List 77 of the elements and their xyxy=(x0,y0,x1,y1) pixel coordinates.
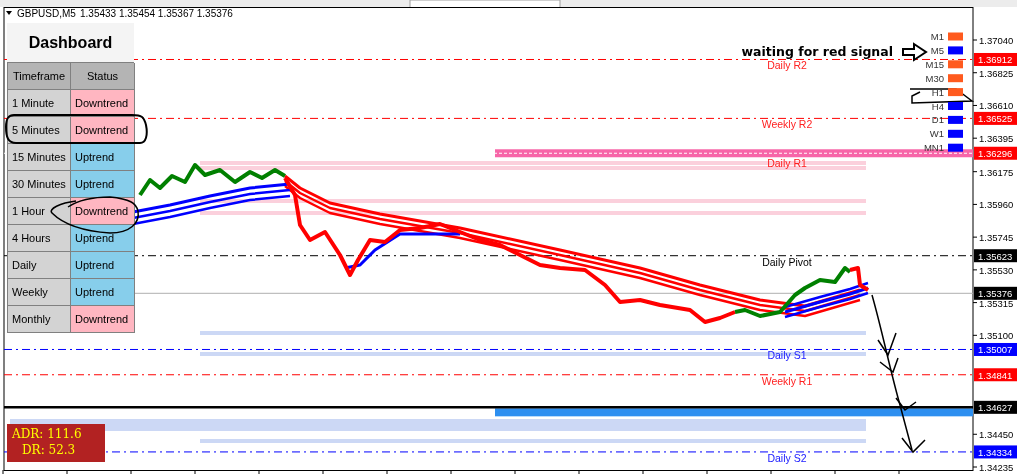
axis-tick xyxy=(972,203,978,205)
price-tick-label: 1.36175 xyxy=(979,166,1014,178)
timeframe-label: W1 xyxy=(929,128,944,140)
level-label: Daily S2 xyxy=(767,451,807,464)
price-tag: 1.35623 xyxy=(974,249,1017,263)
symbol-label: GBPUSD,M5 xyxy=(17,8,76,19)
price-tick-label: 1.34450 xyxy=(979,429,1014,441)
axis-tick xyxy=(972,39,978,41)
axis-tick xyxy=(972,236,978,238)
timeframe-label: M5 xyxy=(930,44,944,56)
axis-tick xyxy=(972,269,978,271)
table-cell: 5 Minutes xyxy=(8,117,71,144)
status-cell: Downtrend xyxy=(71,198,135,225)
price-tick-label: 1.36825 xyxy=(979,67,1014,79)
axis-tick xyxy=(972,104,978,106)
status-cell: Downtrend xyxy=(71,90,135,117)
level-label: Weekly R1 xyxy=(761,374,813,387)
triangle-icon xyxy=(6,11,12,15)
price-tick-label: 1.36395 xyxy=(979,133,1014,145)
timeframe-label: M15 xyxy=(925,58,944,70)
axis-tick xyxy=(972,137,978,139)
ohlc-values: 1.35433 1.35454 1.35367 1.35376 xyxy=(80,8,233,19)
status-cell: Uptrend xyxy=(71,171,135,198)
level-label: Daily Pivot xyxy=(762,255,812,268)
column-header: Timeframe xyxy=(8,63,71,90)
price-tag: 1.34841 xyxy=(974,368,1017,382)
status-cell: Downtrend xyxy=(71,117,135,144)
price-tick-label: 1.35745 xyxy=(979,232,1014,244)
status-cell: Uptrend xyxy=(71,225,135,252)
axis-tick xyxy=(972,466,978,468)
axis-tick xyxy=(972,334,978,336)
adr-value: ADR: 111.6 xyxy=(12,426,83,442)
axis-tick xyxy=(972,302,978,304)
price-tick-label: 1.36610 xyxy=(979,100,1014,112)
table-cell: Weekly xyxy=(8,279,71,306)
hand-drawn-outline xyxy=(909,88,975,104)
level-label: Daily S1 xyxy=(767,349,807,362)
table-cell: Monthly xyxy=(8,306,71,333)
dr-value: DR: 52.3 xyxy=(21,442,77,458)
table-cell: 15 Minutes xyxy=(8,144,71,171)
timeframe-label: D1 xyxy=(931,114,944,126)
status-cell: Uptrend xyxy=(71,279,135,306)
level-label: Weekly R2 xyxy=(761,118,813,131)
dashboard-title: Dashboard xyxy=(7,23,134,62)
table-cell: 30 Minutes xyxy=(8,171,71,198)
axis-tick xyxy=(972,72,978,74)
table-cell: 1 Minute xyxy=(8,90,71,117)
timeframe-label: H4 xyxy=(931,100,944,112)
status-cell: Uptrend xyxy=(71,144,135,171)
note-text: waiting for red signal xyxy=(741,44,893,59)
timeframe-label: H1 xyxy=(931,86,944,98)
price-tag: 1.36296 xyxy=(974,146,1017,160)
table-cell: Daily xyxy=(8,252,71,279)
table-cell: 1 Hour xyxy=(8,198,71,225)
price-tick-label: 1.34235 xyxy=(979,462,1014,473)
column-header: Status xyxy=(71,63,135,90)
price-tag: 1.34334 xyxy=(974,445,1017,459)
price-tick-label: 1.35315 xyxy=(979,297,1014,309)
price-tick-label: 1.37040 xyxy=(979,35,1014,46)
status-cell: Uptrend xyxy=(71,252,135,279)
price-tick-label: 1.35530 xyxy=(979,264,1014,276)
price-tag: 1.36525 xyxy=(974,111,1017,125)
price-tag: 1.35007 xyxy=(974,343,1017,356)
arrow-outline-icon xyxy=(902,42,928,62)
status-cell: Downtrend xyxy=(71,306,135,333)
level-label: Daily R2 xyxy=(767,59,807,72)
timeframe-label: M30 xyxy=(925,72,944,84)
price-tick-label: 1.35960 xyxy=(979,199,1014,211)
axis-tick xyxy=(972,433,978,435)
price-tag: 1.35376 xyxy=(974,286,1017,300)
timeframe-label: M1 xyxy=(930,31,944,42)
table-cell: 4 Hours xyxy=(8,225,71,252)
price-tag: 1.34627 xyxy=(974,400,1017,414)
level-label: Daily R1 xyxy=(767,157,807,170)
price-tick-label: 1.35100 xyxy=(979,330,1014,342)
axis-tick xyxy=(972,171,978,173)
price-tag: 1.36912 xyxy=(974,53,1017,66)
